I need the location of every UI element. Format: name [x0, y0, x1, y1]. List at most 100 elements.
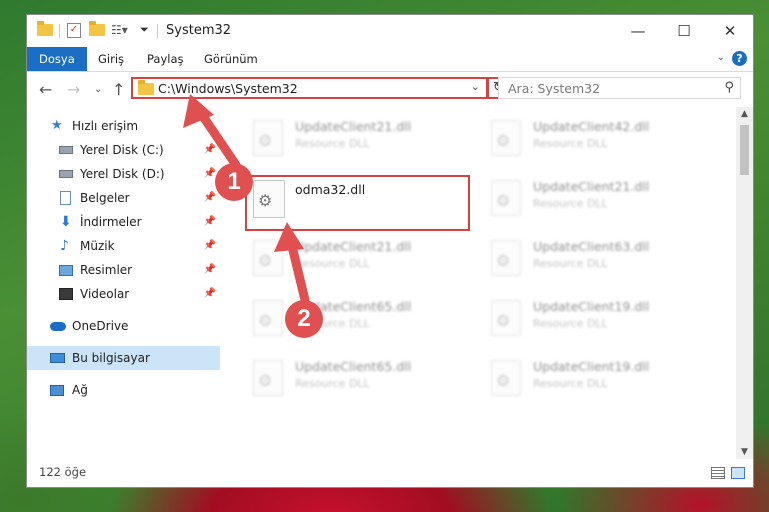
- dll-file-icon: ⚙: [491, 360, 521, 396]
- network-icon: [50, 383, 64, 397]
- music-icon: ♪: [60, 238, 69, 254]
- sidebar-item-onedrive[interactable]: OneDrive: [27, 314, 220, 338]
- recent-locations-button[interactable]: ⌄: [94, 84, 102, 95]
- pin-icon[interactable]: 📌: [204, 210, 216, 234]
- file-type: Resource DLL: [295, 257, 370, 270]
- folder-icon: [37, 21, 53, 38]
- dll-file-icon: ⚙: [253, 300, 283, 336]
- pin-icon[interactable]: 📌: [204, 258, 216, 282]
- dll-file-icon: ⚙: [253, 120, 283, 156]
- up-button[interactable]: ↑: [112, 80, 125, 99]
- chevron-down-icon[interactable]: ⌄: [717, 52, 725, 63]
- maximize-button[interactable]: ☐: [661, 15, 707, 47]
- sidebar-item-label: Bu bilgisayar: [72, 351, 150, 365]
- step-badge-1: 1: [215, 163, 253, 201]
- ribbon-tabs: Dosya Giriş Paylaş Görünüm ⌄ ?: [27, 47, 753, 72]
- back-button[interactable]: ←: [39, 80, 52, 99]
- item-count: 122 öğe: [39, 465, 87, 479]
- sidebar-item-downloads[interactable]: ⬇ İndirmeler 📌: [27, 210, 220, 234]
- pin-icon[interactable]: 📌: [204, 138, 216, 162]
- file-item[interactable]: ⚙ UpdateClient21.dll Resource DLL: [245, 115, 475, 171]
- minimize-button[interactable]: —: [615, 15, 661, 47]
- address-dropdown-icon[interactable]: ⌄: [471, 80, 480, 93]
- file-item[interactable]: ⚙ UpdateClient21.dll Resource DLL: [483, 175, 713, 231]
- vertical-scrollbar[interactable]: ▲ ▼: [736, 107, 753, 459]
- sidebar-item-label: OneDrive: [72, 319, 129, 333]
- sidebar-item-label: Ağ: [72, 383, 88, 397]
- close-button[interactable]: ✕: [707, 15, 753, 47]
- explorer-window: ✓ ☷▾ ⏷ System32 — ☐ ✕ Dosya Giriş Paylaş…: [26, 14, 754, 488]
- pin-icon[interactable]: 📌: [204, 186, 216, 210]
- address-path: C:\Windows\System32: [158, 81, 298, 96]
- pictures-icon: [59, 263, 73, 277]
- file-type: Resource DLL: [295, 137, 370, 150]
- tab-share[interactable]: Paylaş: [135, 47, 196, 71]
- file-item[interactable]: ⚙ UpdateClient19.dll Resource DLL: [483, 295, 713, 351]
- sidebar-item-videos[interactable]: Videolar 📌: [27, 282, 220, 306]
- file-name: UpdateClient19.dll: [533, 359, 650, 374]
- sidebar-item-network[interactable]: Ağ: [27, 378, 220, 402]
- dll-file-icon: ⚙: [491, 180, 521, 216]
- file-name: UpdateClient21.dll: [533, 179, 650, 194]
- search-input[interactable]: Ara: System32 ⚲: [498, 77, 741, 99]
- file-name: UpdateClient65.dll: [295, 359, 412, 374]
- computer-icon: [50, 351, 65, 365]
- sidebar-item-this-pc[interactable]: Bu bilgisayar: [27, 346, 220, 370]
- step-badge-2: 2: [285, 300, 323, 338]
- sidebar-item-label: Hızlı erişim: [72, 119, 139, 133]
- scroll-down-icon[interactable]: ▼: [736, 447, 753, 457]
- divider: [157, 24, 158, 38]
- sidebar-item-label: Müzik: [80, 239, 115, 253]
- tab-view[interactable]: Görünüm: [192, 47, 270, 71]
- window-title: System32: [166, 23, 232, 38]
- file-item[interactable]: ⚙ UpdateClient65.dll Resource DLL: [245, 295, 475, 351]
- file-type: Resource DLL: [533, 197, 608, 210]
- file-type: Resource DLL: [533, 377, 608, 390]
- new-folder-icon[interactable]: [89, 21, 105, 38]
- tab-file[interactable]: Dosya: [27, 47, 87, 71]
- sidebar-item-quick-access[interactable]: ★ Hızlı erişim: [27, 114, 220, 138]
- pin-icon[interactable]: 📌: [204, 234, 216, 258]
- sidebar-item-music[interactable]: ♪ Müzik 📌: [27, 234, 220, 258]
- navigation-bar: ← → ⌄ ↑ C:\Windows\System32 ⌄ ↻ Ara: Sys…: [27, 72, 753, 106]
- file-item[interactable]: ⚙ UpdateClient19.dll Resource DLL: [483, 355, 713, 411]
- address-bar[interactable]: C:\Windows\System32 ⌄: [131, 77, 488, 99]
- drive-icon: [59, 167, 73, 181]
- videos-icon: [59, 287, 73, 301]
- file-name: UpdateClient21.dll: [295, 239, 412, 254]
- large-icons-view-icon[interactable]: [731, 467, 745, 479]
- file-item[interactable]: ⚙ UpdateClient21.dll Resource DLL: [245, 235, 475, 291]
- file-list: ⚙ UpdateClient21.dll Resource DLL ⚙ Upda…: [223, 107, 737, 459]
- file-type: Resource DLL: [295, 377, 370, 390]
- file-name: UpdateClient63.dll: [533, 239, 650, 254]
- tab-home[interactable]: Giriş: [86, 47, 136, 71]
- sidebar-item-label: Yerel Disk (C:): [80, 143, 164, 157]
- quick-access-dropdown-icon[interactable]: ⏷: [140, 22, 156, 38]
- sidebar-item-label: Yerel Disk (D:): [80, 167, 165, 181]
- file-name: UpdateClient19.dll: [533, 299, 650, 314]
- scroll-up-icon[interactable]: ▲: [736, 109, 753, 119]
- dll-file-icon: ⚙: [253, 360, 283, 396]
- sidebar-item-label: Resimler: [80, 263, 133, 277]
- properties-icon[interactable]: ✓: [67, 23, 81, 38]
- sidebar-item-documents[interactable]: Belgeler 📌: [27, 186, 220, 210]
- divider: [59, 24, 60, 38]
- file-type: Resource DLL: [533, 317, 608, 330]
- scroll-thumb[interactable]: [740, 125, 749, 175]
- documents-icon: [60, 191, 74, 205]
- file-item[interactable]: ⚙ UpdateClient42.dll Resource DLL: [483, 115, 713, 171]
- forward-button[interactable]: →: [67, 80, 80, 99]
- details-view-icon[interactable]: [711, 467, 725, 479]
- customize-icon[interactable]: ☷▾: [111, 22, 128, 38]
- sidebar-item-disk-c[interactable]: Yerel Disk (C:) 📌: [27, 138, 220, 162]
- help-icon[interactable]: ?: [732, 51, 747, 66]
- sidebar-item-disk-d[interactable]: Yerel Disk (D:) 📌: [27, 162, 220, 186]
- file-type: Resource DLL: [533, 137, 608, 150]
- sidebar-item-pictures[interactable]: Resimler 📌: [27, 258, 220, 282]
- file-item[interactable]: ⚙ UpdateClient65.dll Resource DLL: [245, 355, 475, 411]
- file-name: UpdateClient42.dll: [533, 119, 650, 134]
- highlight-box: [245, 175, 470, 231]
- file-item[interactable]: ⚙ UpdateClient63.dll Resource DLL: [483, 235, 713, 291]
- file-name: UpdateClient21.dll: [295, 119, 412, 134]
- pin-icon[interactable]: 📌: [204, 282, 216, 306]
